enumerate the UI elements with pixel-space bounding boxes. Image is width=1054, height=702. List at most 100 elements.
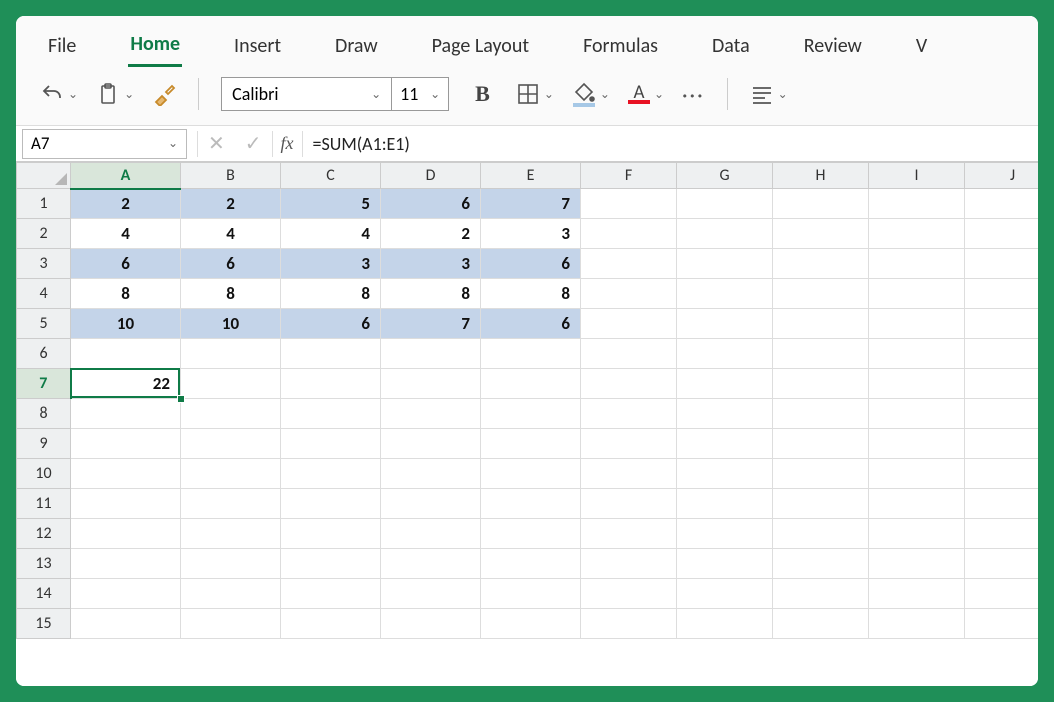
cell-I14[interactable] [869, 579, 965, 609]
fill-handle[interactable] [177, 395, 185, 403]
cell-E9[interactable] [481, 429, 581, 459]
col-header-H[interactable]: H [773, 163, 869, 189]
row-header-10[interactable]: 10 [17, 459, 71, 489]
cell-E14[interactable] [481, 579, 581, 609]
cell-D8[interactable] [381, 399, 481, 429]
cell-J14[interactable] [965, 579, 1039, 609]
cell-A14[interactable] [71, 579, 181, 609]
cell-C3[interactable]: 3 [281, 249, 381, 279]
col-header-C[interactable]: C [281, 163, 381, 189]
cell-C8[interactable] [281, 399, 381, 429]
cell-H10[interactable] [773, 459, 869, 489]
spreadsheet-grid[interactable]: ABCDEFGHIJ122567244423366336488888510106… [16, 162, 1038, 686]
cell-J10[interactable] [965, 459, 1039, 489]
cell-E4[interactable]: 8 [481, 279, 581, 309]
cell-B6[interactable] [181, 339, 281, 369]
row-header-3[interactable]: 3 [17, 249, 71, 279]
cell-G14[interactable] [677, 579, 773, 609]
row-header-13[interactable]: 13 [17, 549, 71, 579]
cell-F7[interactable] [581, 369, 677, 399]
fill-color-button[interactable]: ⌄ [572, 81, 610, 107]
font-color-button[interactable]: A ⌄ [628, 84, 664, 104]
cell-A11[interactable] [71, 489, 181, 519]
tab-home[interactable]: Home [128, 26, 182, 67]
cell-F1[interactable] [581, 189, 677, 219]
cell-F6[interactable] [581, 339, 677, 369]
font-size-dropdown[interactable]: 11 ⌄ [392, 78, 448, 110]
cell-I2[interactable] [869, 219, 965, 249]
cell-G13[interactable] [677, 549, 773, 579]
cell-E11[interactable] [481, 489, 581, 519]
cell-B9[interactable] [181, 429, 281, 459]
cell-J7[interactable] [965, 369, 1039, 399]
cell-A9[interactable] [71, 429, 181, 459]
cell-D10[interactable] [381, 459, 481, 489]
cell-J4[interactable] [965, 279, 1039, 309]
cell-I6[interactable] [869, 339, 965, 369]
cell-A7[interactable]: 22 [71, 369, 181, 399]
cell-F15[interactable] [581, 609, 677, 639]
col-header-G[interactable]: G [677, 163, 773, 189]
cell-A6[interactable] [71, 339, 181, 369]
cell-B5[interactable]: 10 [181, 309, 281, 339]
cell-C5[interactable]: 6 [281, 309, 381, 339]
cell-G4[interactable] [677, 279, 773, 309]
borders-button[interactable]: ⌄ [516, 82, 554, 106]
cell-G5[interactable] [677, 309, 773, 339]
cell-D5[interactable]: 7 [381, 309, 481, 339]
cell-J13[interactable] [965, 549, 1039, 579]
name-box[interactable]: A7 ⌄ [22, 129, 187, 159]
cell-A8[interactable] [71, 399, 181, 429]
cell-D7[interactable] [381, 369, 481, 399]
cell-D6[interactable] [381, 339, 481, 369]
cell-H14[interactable] [773, 579, 869, 609]
cell-B1[interactable]: 2 [181, 189, 281, 219]
cell-A15[interactable] [71, 609, 181, 639]
cell-H15[interactable] [773, 609, 869, 639]
cell-C2[interactable]: 4 [281, 219, 381, 249]
formula-input[interactable]: =SUM(A1:E1) [303, 133, 1038, 155]
row-header-5[interactable]: 5 [17, 309, 71, 339]
cell-J2[interactable] [965, 219, 1039, 249]
cell-I4[interactable] [869, 279, 965, 309]
cell-C6[interactable] [281, 339, 381, 369]
cell-J6[interactable] [965, 339, 1039, 369]
cell-D13[interactable] [381, 549, 481, 579]
cell-I9[interactable] [869, 429, 965, 459]
cell-J3[interactable] [965, 249, 1039, 279]
col-header-I[interactable]: I [869, 163, 965, 189]
cell-I7[interactable] [869, 369, 965, 399]
col-header-J[interactable]: J [965, 163, 1039, 189]
cell-A2[interactable]: 4 [71, 219, 181, 249]
cell-D2[interactable]: 2 [381, 219, 481, 249]
cell-F9[interactable] [581, 429, 677, 459]
cell-D3[interactable]: 3 [381, 249, 481, 279]
cell-I12[interactable] [869, 519, 965, 549]
undo-button[interactable]: ⌄ [40, 82, 78, 106]
cell-H4[interactable] [773, 279, 869, 309]
cell-E8[interactable] [481, 399, 581, 429]
cell-H11[interactable] [773, 489, 869, 519]
cell-G2[interactable] [677, 219, 773, 249]
cell-B2[interactable]: 4 [181, 219, 281, 249]
cancel-formula-button[interactable]: ✕ [198, 131, 235, 156]
cell-C9[interactable] [281, 429, 381, 459]
cell-J11[interactable] [965, 489, 1039, 519]
cell-J5[interactable] [965, 309, 1039, 339]
cell-F2[interactable] [581, 219, 677, 249]
cell-B3[interactable]: 6 [181, 249, 281, 279]
align-button[interactable]: ⌄ [750, 82, 788, 106]
cell-F12[interactable] [581, 519, 677, 549]
cell-B13[interactable] [181, 549, 281, 579]
cell-F14[interactable] [581, 579, 677, 609]
row-header-9[interactable]: 9 [17, 429, 71, 459]
font-selector[interactable]: Calibri ⌄ 11 ⌄ [221, 77, 449, 111]
cell-C14[interactable] [281, 579, 381, 609]
cell-F4[interactable] [581, 279, 677, 309]
cell-C4[interactable]: 8 [281, 279, 381, 309]
tab-view-cut[interactable]: V [914, 28, 929, 66]
cell-C15[interactable] [281, 609, 381, 639]
cell-A10[interactable] [71, 459, 181, 489]
cell-F8[interactable] [581, 399, 677, 429]
cell-B14[interactable] [181, 579, 281, 609]
